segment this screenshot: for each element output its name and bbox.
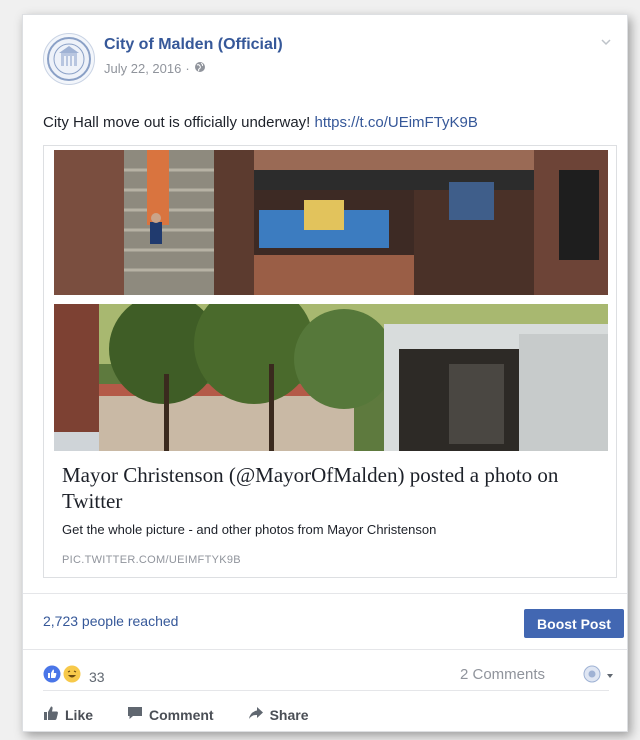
globe-icon	[194, 61, 206, 76]
boost-post-button[interactable]: Boost Post	[524, 609, 624, 638]
haha-icon	[63, 665, 81, 688]
post-header: City of Malden (Official) July 22, 2016 …	[43, 33, 613, 85]
divider	[23, 593, 627, 594]
like-label: Like	[65, 706, 94, 723]
divider	[23, 649, 627, 650]
post-text: City Hall move out is officially underwa…	[43, 114, 478, 131]
link-preview-description: Get the whole picture - and other photos…	[62, 522, 437, 537]
divider	[43, 690, 609, 691]
link-preview-title[interactable]: Mayor Christenson (@MayorOfMalden) poste…	[62, 462, 607, 514]
speech-bubble-icon	[127, 705, 143, 724]
share-button[interactable]: Share	[248, 705, 309, 724]
people-reached-link[interactable]: 2,723 people reached	[43, 613, 178, 629]
like-button[interactable]: Like	[43, 705, 93, 724]
page-name-link[interactable]: City of Malden (Official)	[104, 36, 283, 54]
thumbs-up-icon	[43, 705, 59, 724]
post-meta: July 22, 2016 ·	[104, 61, 206, 76]
comment-button[interactable]: Comment	[127, 705, 214, 724]
comments-count-link[interactable]: 2 Comments	[460, 666, 545, 683]
post-actions-bar: Like Comment Share	[43, 705, 343, 724]
page-avatar-small-icon	[583, 665, 601, 688]
post-link[interactable]: https://t.co/UEimFTyK9B	[315, 114, 478, 131]
like-icon	[43, 665, 61, 688]
link-preview-card[interactable]: Mayor Christenson (@MayorOfMalden) poste…	[43, 145, 617, 578]
caret-down-icon	[605, 668, 615, 686]
share-arrow-icon	[248, 705, 264, 724]
view-as-selector[interactable]	[583, 665, 615, 688]
post-date[interactable]: July 22, 2016	[104, 61, 181, 76]
post-text-body: City Hall move out is officially underwa…	[43, 114, 315, 131]
comment-label: Comment	[149, 706, 214, 723]
share-label: Share	[269, 706, 309, 723]
city-seal-avatar[interactable]	[43, 33, 95, 85]
preview-image-stairwell	[54, 150, 608, 295]
preview-image-moving-truck	[54, 304, 608, 451]
post-options-chevron-icon[interactable]	[599, 35, 613, 49]
post-card: City of Malden (Official) July 22, 2016 …	[22, 14, 628, 732]
reaction-count: 33	[89, 668, 105, 685]
link-preview-domain: PIC.TWITTER.COM/UEIMFTYK9B	[62, 554, 241, 566]
reactions-summary[interactable]: 33	[43, 665, 105, 688]
meta-separator: ·	[185, 61, 190, 76]
